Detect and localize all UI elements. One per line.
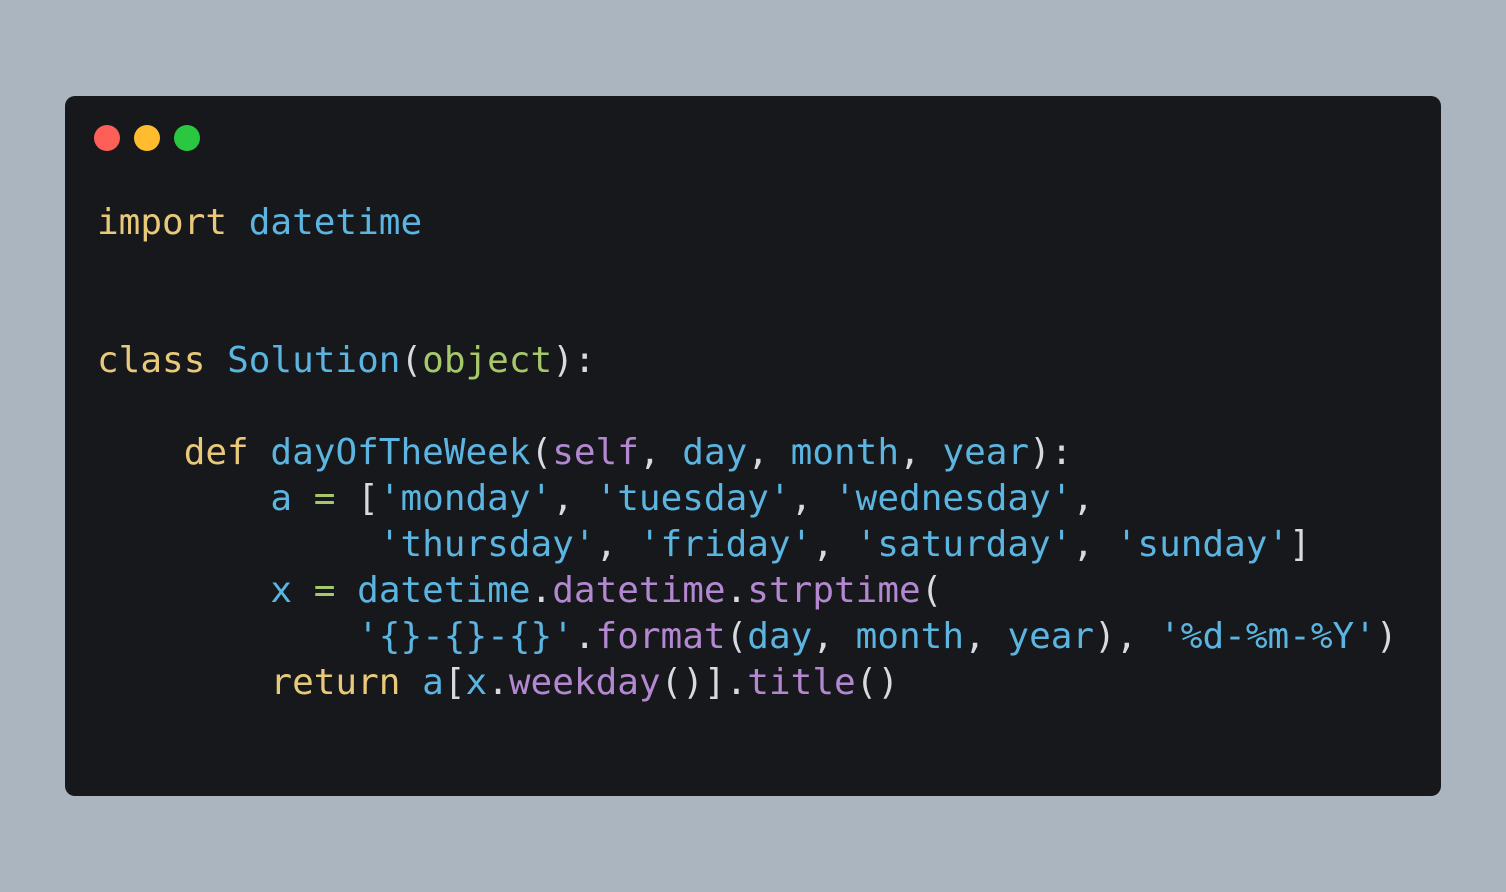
- code-token-keyword: def: [183, 432, 249, 473]
- code-token-string: 'saturday': [855, 524, 1073, 565]
- code-token-name: x: [465, 662, 488, 703]
- code-line: class Solution(object):: [97, 338, 1398, 384]
- code-token-punct: (: [725, 616, 748, 657]
- code-token-punct: [97, 478, 270, 519]
- code-token-name: Solution: [227, 340, 401, 381]
- code-token-name: month: [855, 616, 965, 657]
- code-token-punct: ,: [1072, 524, 1116, 565]
- code-line: '{}-{}-{}'.format(day, month, year), '%d…: [97, 614, 1398, 660]
- code-token-punct: ): [1375, 616, 1398, 657]
- yellow-circle-icon[interactable]: [134, 125, 160, 151]
- code-token-punct: [400, 662, 422, 703]
- code-token-punct: [292, 570, 314, 611]
- code-token-punct: ),: [1094, 616, 1160, 657]
- code-token-punct: ,: [812, 616, 856, 657]
- code-token-name: x: [270, 570, 293, 611]
- code-token-self: self: [552, 432, 639, 473]
- code-token-punct: .: [725, 570, 748, 611]
- code-token-name: a: [422, 662, 444, 703]
- code-token-method: datetime: [552, 570, 726, 611]
- code-token-method: weekday: [508, 662, 661, 703]
- code-line: 'thursday', 'friday', 'saturday', 'sunda…: [97, 522, 1398, 568]
- code-token-punct: [97, 616, 357, 657]
- code-token-punct: ,: [747, 432, 791, 473]
- code-token-method: title: [747, 662, 856, 703]
- code-token-builtin: =: [313, 570, 336, 611]
- code-token-string: 'wednesday': [834, 478, 1073, 519]
- code-token-string: '%d-%m-%Y': [1159, 616, 1376, 657]
- code-token-punct: ,: [1072, 478, 1095, 519]
- code-token-punct: [: [443, 662, 466, 703]
- code-token-keyword: import: [97, 202, 228, 243]
- code-line: a = ['monday', 'tuesday', 'wednesday',: [97, 476, 1398, 522]
- code-token-punct: .: [530, 570, 553, 611]
- code-token-punct: ,: [638, 432, 683, 473]
- code-token-punct: .: [487, 662, 509, 703]
- code-token-punct: [249, 432, 271, 473]
- code-token-name: day: [682, 432, 748, 473]
- code-token-punct: (: [920, 570, 943, 611]
- code-token-keyword: class: [97, 340, 206, 381]
- code-token-punct: ):: [552, 340, 596, 381]
- code-line: return a[x.weekday()].title(): [97, 660, 1398, 706]
- code-token-name: dayOfTheWeek: [270, 432, 531, 473]
- code-block: import datetime class Solution(object): d…: [97, 200, 1398, 706]
- code-token-builtin: object: [422, 340, 553, 381]
- code-token-punct: .: [573, 616, 596, 657]
- code-token-keyword: return: [270, 662, 401, 703]
- code-token-punct: ,: [595, 524, 639, 565]
- code-token-punct: [227, 202, 249, 243]
- code-token-name: datetime: [357, 570, 531, 611]
- code-token-string: 'friday': [638, 524, 813, 565]
- code-token-string: 'tuesday': [595, 478, 791, 519]
- code-token-punct: ,: [790, 478, 834, 519]
- code-token-string: 'thursday': [378, 524, 596, 565]
- code-token-punct: ):: [1029, 432, 1073, 473]
- code-token-name: month: [790, 432, 900, 473]
- code-token-punct: (): [855, 662, 900, 703]
- code-token-punct: [: [335, 478, 379, 519]
- code-token-punct: (: [530, 432, 553, 473]
- code-token-punct: (: [400, 340, 423, 381]
- code-token-punct: ,: [964, 616, 1008, 657]
- code-token-name: day: [747, 616, 813, 657]
- code-token-punct: [205, 340, 227, 381]
- code-token-string: '{}-{}-{}': [357, 616, 574, 657]
- code-token-builtin: =: [313, 478, 336, 519]
- code-line: import datetime: [97, 200, 1398, 246]
- code-token-punct: [335, 570, 357, 611]
- code-token-punct: [97, 570, 270, 611]
- code-token-name: year: [1007, 616, 1095, 657]
- code-token-punct: ,: [899, 432, 943, 473]
- code-token-method: format: [595, 616, 726, 657]
- code-token-punct: ,: [812, 524, 856, 565]
- code-token-punct: [97, 524, 379, 565]
- code-token-punct: ()].: [660, 662, 748, 703]
- code-token-punct: ,: [552, 478, 596, 519]
- code-token-method: strptime: [747, 570, 921, 611]
- code-token-punct: [97, 432, 184, 473]
- code-token-string: 'monday': [378, 478, 553, 519]
- code-token-name: year: [942, 432, 1030, 473]
- code-token-name: datetime: [248, 202, 423, 243]
- code-line: x = datetime.datetime.strptime(: [97, 568, 1398, 614]
- code-line: def dayOfTheWeek(self, day, month, year)…: [97, 430, 1398, 476]
- code-token-punct: ]: [1289, 524, 1311, 565]
- code-token-string: 'sunday': [1115, 524, 1290, 565]
- code-token-name: a: [270, 478, 293, 519]
- green-circle-icon[interactable]: [174, 125, 200, 151]
- code-token-punct: [97, 662, 270, 703]
- code-window: import datetime class Solution(object): d…: [65, 96, 1441, 796]
- code-token-punct: [292, 478, 314, 519]
- red-circle-icon[interactable]: [94, 125, 120, 151]
